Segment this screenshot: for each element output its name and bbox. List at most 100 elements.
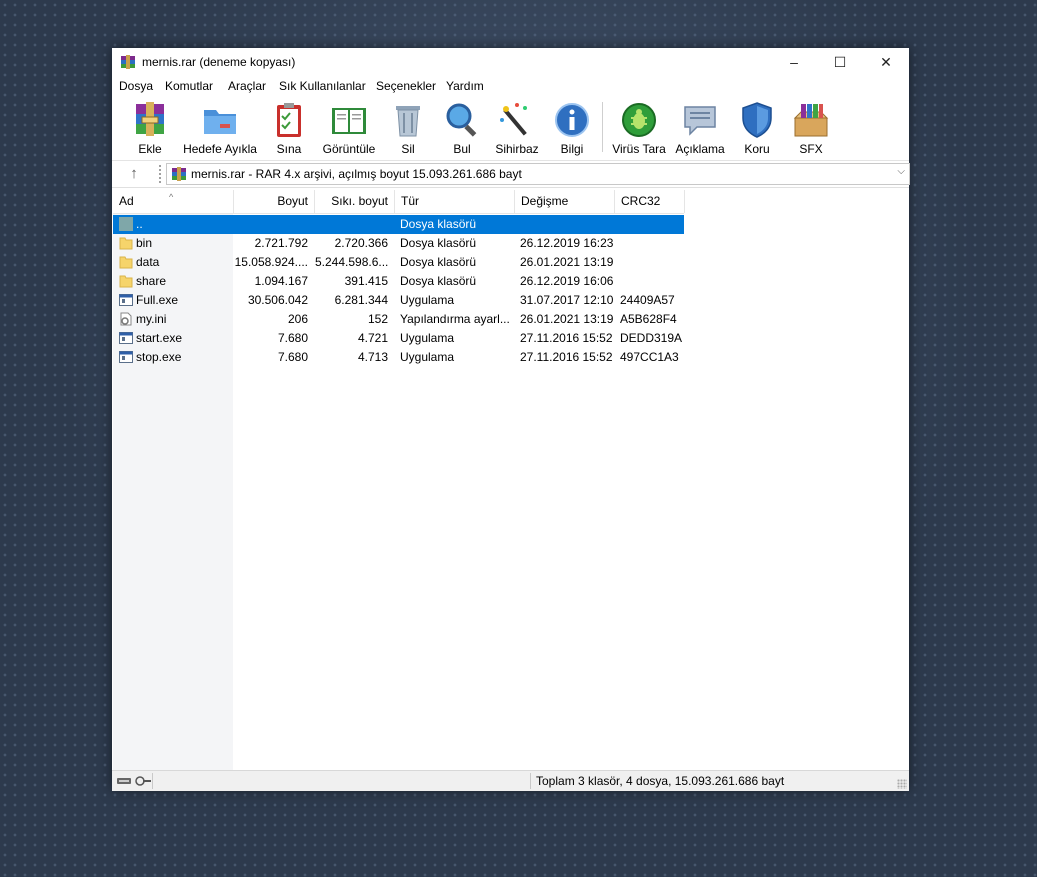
table-row[interactable]: data 15.058.924.... 5.244.598.6... Dosya kl… <box>113 253 684 272</box>
column-header-name[interactable]: ^ Ad <box>113 190 234 213</box>
column-header-crc[interactable]: CRC32 <box>615 190 685 213</box>
toolbar-sfx-button[interactable]: SFX <box>788 100 834 156</box>
toolbar-delete-button[interactable]: Sil <box>388 100 428 156</box>
cell-modified: 27.11.2016 15:52 <box>520 331 613 345</box>
toolbar-virus-scan-label: Virüs Tara <box>612 142 666 156</box>
column-header-modified[interactable]: Değişme <box>515 190 615 213</box>
toolbar-test-button[interactable]: Sına <box>264 100 314 156</box>
virus-scan-icon <box>622 103 656 137</box>
address-bar: ↑ mernis.rar - RAR 4.x arşivi, açılmış b… <box>112 161 910 188</box>
cell-packed: 5.244.598.6... <box>315 255 388 269</box>
up-folder-button[interactable]: ↑ <box>120 164 148 184</box>
toolbar-find-label: Bul <box>453 142 471 156</box>
menu-sik-kullanilanlar[interactable]: Sık Kullanılanlar <box>279 79 366 93</box>
cell-size: 206 <box>287 312 308 326</box>
toolbar-extract-button[interactable]: Hedefe Ayıkla <box>180 100 260 156</box>
wizard-wand-icon <box>500 103 527 136</box>
column-header-type[interactable]: Tür <box>395 190 515 213</box>
cell-size: 15.058.924.... <box>234 255 308 269</box>
archive-path-field[interactable]: mernis.rar - RAR 4.x arşivi, açılmış boy… <box>166 163 910 185</box>
executable-icon <box>119 331 133 345</box>
folder-icon <box>119 274 133 288</box>
toolbar-comment-button[interactable]: Açıklama <box>672 100 728 156</box>
cell-crc: A5B628F4 <box>620 312 677 326</box>
cell-name: my.ini <box>136 312 167 326</box>
cell-modified: 26.01.2021 13:19 <box>520 312 614 326</box>
menu-araclar[interactable]: Araçlar <box>228 79 266 93</box>
cell-type: Dosya klasörü <box>400 236 477 250</box>
toolbar-protect-button[interactable]: Koru <box>736 100 778 156</box>
file-list: ^ Ad Boyut Sıkı. boyut Tür Değişme CRC32… <box>113 190 908 770</box>
table-row[interactable]: bin 2.721.792 2.720.366 Dosya klasörü 26.12.… <box>113 234 684 253</box>
cell-size: 1.094.167 <box>254 274 308 288</box>
table-row[interactable]: Full.exe 30.506.042 6.281.344 Uygulama 31.07… <box>113 291 684 310</box>
toolbar-info-button[interactable]: Bilgi <box>550 100 594 156</box>
cell-size: 7.680 <box>277 350 308 364</box>
drive-key-icon[interactable] <box>116 774 152 788</box>
cell-type: Uygulama <box>400 331 455 345</box>
executable-icon <box>119 293 133 307</box>
window-title: mernis.rar (deneme kopyası) <box>142 55 296 69</box>
test-clipboard-icon <box>277 103 301 137</box>
comment-icon <box>684 106 716 136</box>
cell-packed: 4.713 <box>357 350 388 364</box>
cell-name: start.exe <box>136 331 183 345</box>
winrar-window: mernis.rar (deneme kopyası) – ☐ ✕ Dosya … <box>112 48 910 791</box>
info-icon <box>555 103 589 137</box>
status-separator <box>530 773 531 789</box>
toolbar-add-button[interactable]: Ekle <box>122 100 178 156</box>
cell-name: data <box>136 255 160 269</box>
cell-name: .. <box>136 217 143 231</box>
cell-packed: 6.281.344 <box>334 293 388 307</box>
menu-secenekler[interactable]: Seçenekler <box>376 79 436 93</box>
cell-packed: 4.721 <box>357 331 388 345</box>
rar-archive-icon <box>172 167 186 181</box>
menu-komutlar[interactable]: Komutlar <box>165 79 213 93</box>
toolbar-view-button[interactable]: Görüntüle <box>318 100 380 156</box>
toolbar-comment-label: Açıklama <box>675 142 725 156</box>
cell-size: 2.721.792 <box>254 236 308 250</box>
table-row[interactable]: stop.exe 7.680 4.713 Uygulama 27.11.2016 15:… <box>113 348 684 367</box>
menu-bar: Dosya Komutlar Araçlar Sık Kullanılanlar… <box>112 76 909 96</box>
table-row[interactable]: .. Dosya klasörü <box>113 215 684 234</box>
cell-type: Uygulama <box>400 293 455 307</box>
title-bar[interactable]: mernis.rar (deneme kopyası) – ☐ ✕ <box>112 48 909 76</box>
toolbar-wizard-button[interactable]: Sihirbaz <box>492 100 542 156</box>
minimize-button[interactable]: – <box>771 48 817 76</box>
toolbar-virus-scan-button[interactable]: Virüs Tara <box>610 100 668 156</box>
add-archive-icon <box>136 102 164 136</box>
toolbar-delete-label: Sil <box>401 142 415 156</box>
cell-size: 7.680 <box>277 331 308 345</box>
table-row[interactable]: my.ini 206 152 Yapılandırma ayarl... 26.01.2… <box>113 310 684 329</box>
maximize-button[interactable]: ☐ <box>817 48 863 76</box>
extract-folder-icon <box>204 110 236 134</box>
chevron-down-icon[interactable]: ⌵ <box>897 166 905 177</box>
close-button[interactable]: ✕ <box>863 48 909 76</box>
column-header-packed-label: Sıkı. boyut <box>331 194 388 208</box>
cell-packed: 152 <box>367 312 388 326</box>
toolbar-find-button[interactable]: Bul <box>440 100 484 156</box>
menu-yardim[interactable]: Yardım <box>446 79 484 93</box>
resize-grip[interactable] <box>897 779 907 789</box>
menu-dosya[interactable]: Dosya <box>119 79 153 93</box>
cell-crc: 24409A57 <box>620 293 675 307</box>
status-bar: Toplam 3 klasör, 4 dosya, 15.093.261.686… <box>112 770 909 791</box>
cell-modified: 31.07.2017 12:10 <box>520 293 614 307</box>
cell-modified: 27.11.2016 15:52 <box>520 350 613 364</box>
trash-icon <box>396 106 420 137</box>
header-divider <box>113 213 684 214</box>
table-row[interactable]: share 1.094.167 391.415 Dosya klasörü 26.12.… <box>113 272 684 291</box>
executable-icon <box>119 350 133 364</box>
column-header-size[interactable]: Boyut <box>234 190 315 213</box>
cell-packed: 391.415 <box>344 274 388 288</box>
toolbar-test-label: Sına <box>276 142 302 156</box>
toolbar-view-label: Görüntüle <box>322 142 376 156</box>
settings-file-icon <box>119 312 133 326</box>
column-header-type-label: Tür <box>401 194 419 208</box>
cell-modified: 26.12.2019 16:23 <box>520 236 614 250</box>
column-header-packed[interactable]: Sıkı. boyut <box>315 190 395 213</box>
cell-type: Dosya klasörü <box>400 217 477 231</box>
cell-name: Full.exe <box>136 293 179 307</box>
column-header-modified-label: Değişme <box>521 194 569 208</box>
table-row[interactable]: start.exe 7.680 4.721 Uygulama 27.11.2016 15… <box>113 329 684 348</box>
